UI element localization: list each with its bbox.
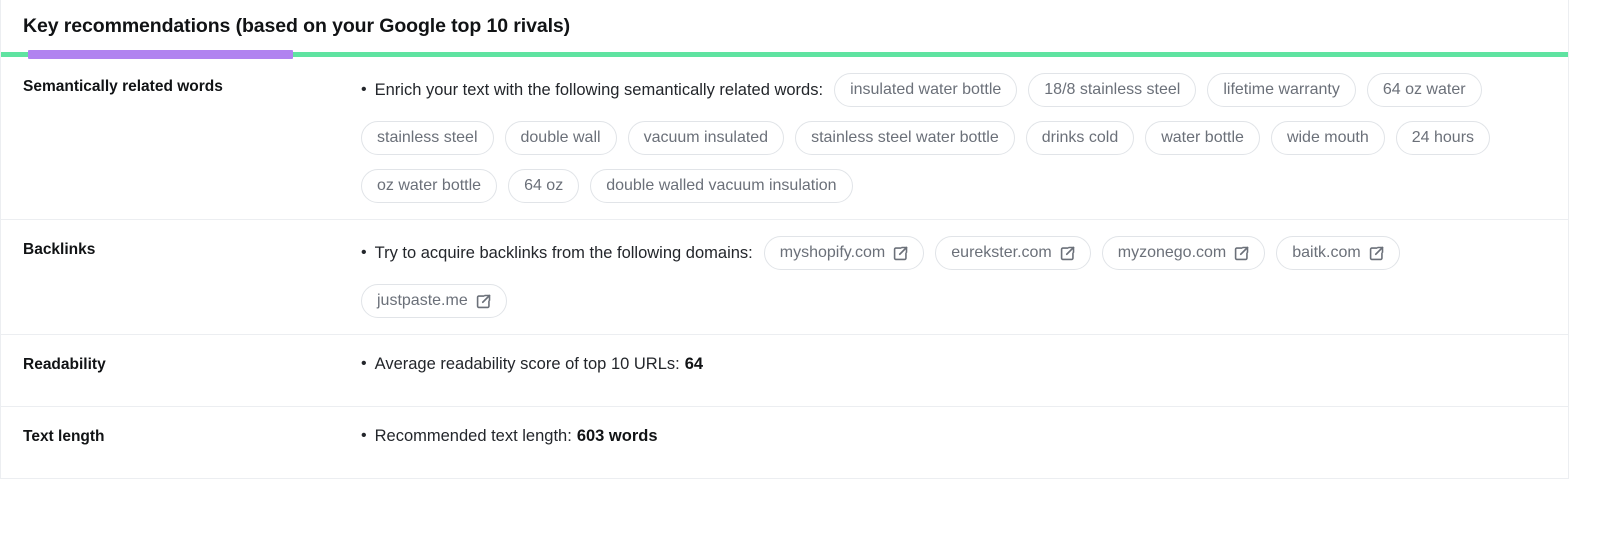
- semantic-tag[interactable]: stainless steel water bottle: [795, 121, 1015, 155]
- row-label-readability: Readability: [23, 356, 106, 373]
- key-recommendations-card: Key recommendations (based on your Googl…: [0, 0, 1569, 479]
- external-link-icon: [1234, 246, 1249, 261]
- text-length-line: Recommended text length:603 words: [361, 423, 1552, 449]
- semantic-tag[interactable]: water bottle: [1145, 121, 1260, 155]
- text-length-value: 603 words: [576, 427, 658, 445]
- backlink-domain[interactable]: baitk.com: [1276, 236, 1400, 270]
- row-label-text-length: Text length: [23, 428, 105, 445]
- row-body-text-length: Recommended text length:603 words: [361, 423, 1568, 449]
- backlinks-bullet-text: Try to acquire backlinks from the follow…: [361, 244, 753, 263]
- progress-rule: [1, 50, 1568, 59]
- row-text-length: Text length Recommended text length:603 …: [1, 407, 1568, 479]
- row-readability: Readability Average readability score of…: [1, 335, 1568, 407]
- external-link-icon: [476, 294, 491, 309]
- backlink-domain[interactable]: justpaste.me: [361, 284, 507, 318]
- semantic-tag-list: Enrich your text with the following sema…: [361, 73, 1552, 203]
- row-body-backlinks: Try to acquire backlinks from the follow…: [361, 236, 1568, 318]
- row-semantically-related-words: Semantically related words Enrich your t…: [1, 57, 1568, 220]
- backlink-domain[interactable]: eurekster.com: [935, 236, 1091, 270]
- text-length-bullet: Recommended text length:603 words: [361, 423, 658, 449]
- backlink-domain-label: myzonego.com: [1117, 244, 1227, 261]
- readability-bullet-text: Average readability score of top 10 URLs…: [374, 355, 680, 373]
- backlink-domain[interactable]: myzonego.com: [1101, 236, 1266, 270]
- semantic-tag[interactable]: 18/8 stainless steel: [1028, 73, 1197, 107]
- semantic-tag[interactable]: 24 hours: [1395, 121, 1491, 155]
- semantic-tag[interactable]: double walled vacuum insulation: [590, 169, 853, 203]
- semantic-tag[interactable]: oz water bottle: [361, 169, 498, 203]
- row-backlinks: Backlinks Try to acquire backlinks from …: [1, 220, 1568, 335]
- text-length-bullet-text: Recommended text length:: [374, 427, 572, 445]
- readability-value: 64: [684, 355, 704, 373]
- row-body-semantic: Enrich your text with the following sema…: [361, 73, 1568, 203]
- backlink-domain-label: myshopify.com: [779, 244, 886, 261]
- row-label-backlinks: Backlinks: [23, 241, 96, 258]
- semantic-tag[interactable]: lifetime warranty: [1207, 73, 1356, 107]
- backlink-domain-label: eurekster.com: [951, 244, 1052, 261]
- external-link-icon: [1060, 246, 1075, 261]
- semantic-tag[interactable]: 64 oz: [508, 169, 580, 203]
- semantic-bullet-text: Enrich your text with the following sema…: [361, 81, 823, 100]
- semantic-tag[interactable]: double wall: [504, 121, 617, 155]
- row-label-semantic: Semantically related words: [23, 78, 223, 95]
- semantic-tag[interactable]: insulated water bottle: [834, 73, 1018, 107]
- backlink-domain-label: baitk.com: [1292, 244, 1361, 261]
- readability-line: Average readability score of top 10 URLs…: [361, 351, 1552, 377]
- semantic-tag[interactable]: stainless steel: [361, 121, 494, 155]
- semantic-tag[interactable]: 64 oz water: [1366, 73, 1482, 107]
- progress-rule-fill: [28, 50, 293, 59]
- external-link-icon: [893, 246, 908, 261]
- backlink-domain-label: justpaste.me: [377, 292, 468, 309]
- semantic-tag[interactable]: vacuum insulated: [627, 121, 785, 155]
- external-link-icon: [1369, 246, 1384, 261]
- backlinks-domain-list: Try to acquire backlinks from the follow…: [361, 236, 1552, 318]
- row-body-readability: Average readability score of top 10 URLs…: [361, 351, 1568, 377]
- semantic-tag[interactable]: drinks cold: [1025, 121, 1135, 155]
- semantic-tag[interactable]: wide mouth: [1270, 121, 1385, 155]
- card-header: Key recommendations (based on your Googl…: [1, 0, 1568, 52]
- page-title: Key recommendations (based on your Googl…: [23, 14, 571, 37]
- readability-bullet: Average readability score of top 10 URLs…: [361, 351, 703, 377]
- backlink-domain[interactable]: myshopify.com: [763, 236, 925, 270]
